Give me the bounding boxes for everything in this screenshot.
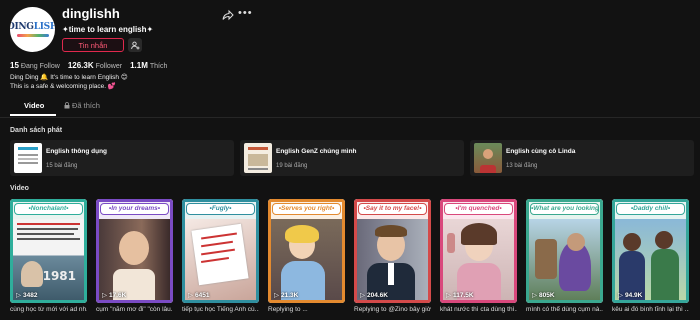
play-icon: ▷ [102,292,107,299]
playlist-count: 19 bài đăng [276,163,308,169]
video-title: •Serves you right• [272,203,341,215]
video-card[interactable]: •What are you looking at?• ▷805K [526,199,603,303]
profile-bio: Ding Ding 🔔 It's time to learn English 😊… [10,74,128,90]
more-options-icon[interactable]: ••• [238,7,253,19]
tabs-divider [0,117,700,118]
video-caption[interactable]: Replying to @Zino bây giờ... [354,306,431,313]
following-stat[interactable]: 15 Đang Follow [10,61,60,70]
profile-tagline: ✦time to learn english✦ [62,25,154,34]
playlist-name: English cùng cô Linda [506,148,576,155]
video-caption[interactable]: khát nước thì cta dùng thì... [440,306,517,313]
username: dinglishh [62,6,120,21]
play-icon: ▷ [188,292,193,299]
add-user-icon [130,41,139,49]
video-title: •In your dreams• [100,203,169,215]
tab-video[interactable]: Video [24,101,44,110]
video-card[interactable]: 1981 •Nonchalant• ▷ 3482 [10,199,87,303]
view-count: ▷ 6451 [188,291,210,300]
playlists-heading: Danh sách phát [10,127,63,134]
playlist-card[interactable]: English cùng cô Linda 13 bài đăng [470,140,694,176]
view-count: ▷ 3482 [16,291,38,300]
view-count: ▷ 805K [532,291,555,300]
video-card[interactable]: •I'm quenched• ▷ 117.5K [440,199,517,303]
view-count: ▷ 204.6K [360,291,388,300]
avatar-logo: DINGLISH [10,22,55,32]
likes-stat: 1.1M Thích [130,61,168,70]
video-card[interactable]: •Daddy chill• ▷ 94.9K [612,199,689,303]
play-icon: ▷ [16,292,21,299]
play-icon: ▷ [618,292,623,299]
profile-tabs: Video Đã thích [10,98,700,116]
followers-stat[interactable]: 126.3K Follower [68,61,122,70]
video-card[interactable]: •Serves you right• ▷ 21.3K [268,199,345,303]
video-title: •Say it to my face!• [358,203,427,215]
video-caption[interactable]: tiếp tục học Tiếng Anh cù... [182,306,259,313]
play-icon: ▷ [532,292,537,299]
video-title: •Daddy chill• [616,203,685,215]
playlist-name: English thông dụng [46,148,108,155]
video-caption[interactable]: Replying to ... [268,306,345,313]
video-title: •Nonchalant• [14,203,83,215]
video-title: •I'm quenched• [444,203,513,215]
playlist-card[interactable]: English GenZ chúng mình 19 bài đăng [240,140,464,176]
playlist-thumbnail [14,143,42,173]
video-caption[interactable]: kêu ai đó bình tĩnh lại thì ... [612,306,689,313]
playlist-name: English GenZ chúng mình [276,148,357,155]
profile-stats: 15 Đang Follow 126.3K Follower 1.1M Thích [10,61,167,70]
avatar-logo-stripe [16,34,49,37]
add-friend-button[interactable] [128,38,142,52]
play-icon: ▷ [360,292,365,299]
video-caption[interactable]: cụm "nằm mơ đi" "còn lâu... [96,306,173,313]
active-tab-indicator [10,114,56,116]
view-count: ▷ 17.6K [102,291,127,300]
video-caption[interactable]: cùng học từ mới với ad nh... [10,306,87,313]
view-count: ▷ 117.5K [446,291,474,300]
profile-avatar: DINGLISH [10,7,55,52]
tab-liked[interactable]: Đã thích [64,101,100,110]
share-icon[interactable] [222,9,234,21]
playlist-thumbnail [244,143,272,173]
videos-heading: Video [10,185,29,192]
play-icon: ▷ [274,292,279,299]
lock-icon [64,102,70,109]
video-card[interactable]: •In your dreams• ▷ 17.6K [96,199,173,303]
playlist-card[interactable]: English thông dụng 15 bài đăng [10,140,234,176]
playlist-count: 13 bài đăng [506,163,538,169]
video-title: •What are you looking at?• [530,203,599,215]
video-card[interactable]: •Say it to my face!• ▷ 204.6K [354,199,431,303]
playlist-thumbnail [474,143,502,173]
view-count: ▷ 94.9K [618,291,643,300]
play-icon: ▷ [446,292,451,299]
message-button[interactable]: Tin nhắn [62,38,124,52]
video-title: •Fugly• [186,203,255,215]
video-card[interactable]: •Fugly• ▷ 6451 [182,199,259,303]
view-count: ▷ 21.3K [274,291,299,300]
video-caption[interactable]: mình có thể dùng cụm nà... [526,306,603,313]
playlist-count: 15 bài đăng [46,163,78,169]
